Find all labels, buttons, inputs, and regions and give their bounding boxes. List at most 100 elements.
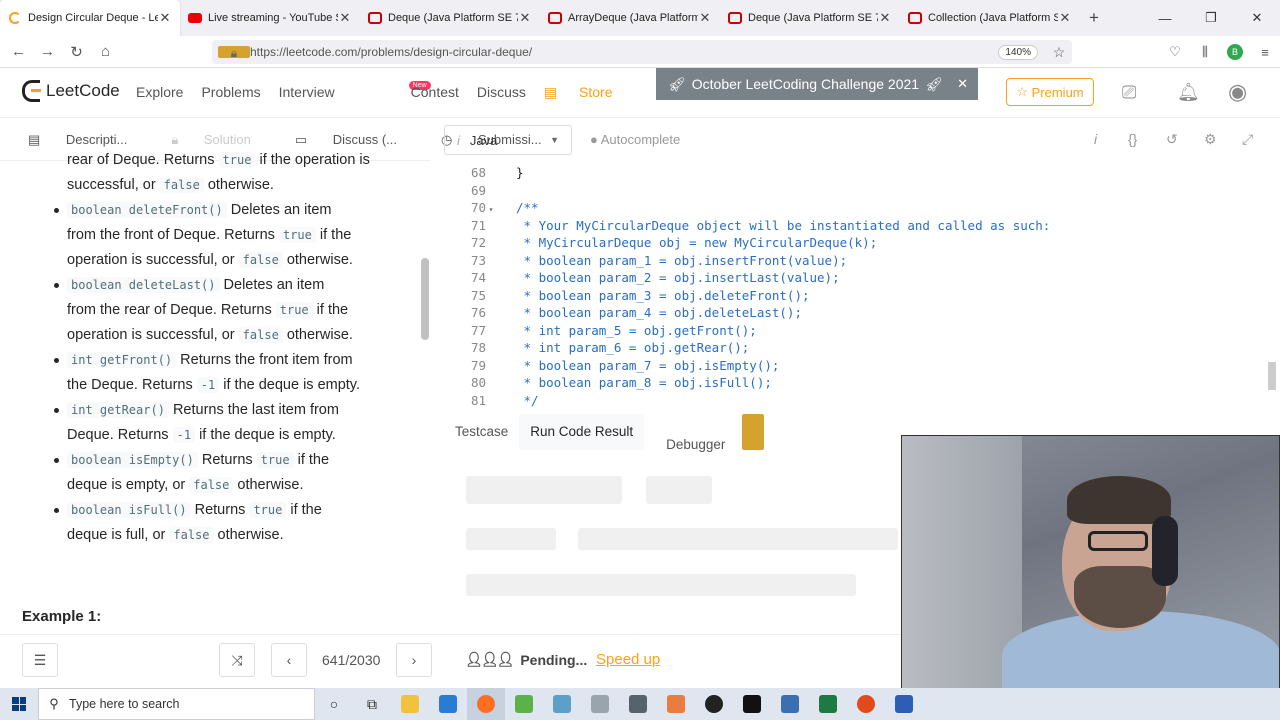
code-text[interactable]: * boolean param_3 = obj.deleteFront(); — [516, 288, 810, 303]
problem-list-button[interactable]: ☰ — [22, 643, 58, 677]
leetcode-logo[interactable]: LeetCode — [22, 80, 120, 102]
code-line[interactable]: 75 * boolean param_3 = obj.deleteFront()… — [444, 287, 810, 305]
code-text[interactable]: * boolean param_8 = obj.isFull(); — [516, 375, 772, 390]
code-line[interactable]: 70 ▾/** — [444, 199, 539, 217]
browser-tab[interactable]: Deque (Java Platform SE 7 ) ✕ — [360, 0, 540, 36]
browser-tab[interactable]: Design Circular Deque - LeetCo ✕ — [0, 0, 180, 36]
reset-icon[interactable]: ↺ — [1166, 131, 1178, 148]
close-window-icon[interactable]: ✕ — [1234, 0, 1280, 36]
code-text[interactable]: * boolean param_1 = obj.insertFront(valu… — [516, 253, 848, 268]
new-tab-icon[interactable]: + — [1080, 0, 1108, 36]
braces-icon[interactable]: {} — [1128, 131, 1137, 147]
description-scrollbar[interactable] — [420, 162, 430, 628]
extension-icon[interactable]: B — [1227, 44, 1243, 60]
autocomplete-toggle[interactable]: ● Autocomplete — [590, 132, 680, 147]
code-line[interactable]: 74 * boolean param_2 = obj.insertLast(va… — [444, 269, 840, 287]
app-icon[interactable] — [847, 688, 885, 720]
taskbar-search[interactable]: ⚲ Type here to search — [38, 688, 315, 720]
browser-tab[interactable]: ArrayDeque (Java Platform SE 7 ✕ — [540, 0, 720, 36]
random-problem-button[interactable]: ⤨ — [219, 643, 255, 677]
pocket-icon[interactable]: ♡ — [1160, 44, 1190, 60]
editor-scrollbar[interactable] — [1266, 162, 1278, 408]
code-line[interactable]: 81 */ — [444, 392, 539, 409]
tab-description[interactable]: ▤ Descripti... — [14, 132, 135, 148]
notification-bell-icon[interactable]: 🔔︎ — [1177, 82, 1200, 103]
terminal-icon[interactable] — [733, 688, 771, 720]
code-line[interactable]: 76 * boolean param_4 = obj.deleteLast(); — [444, 304, 802, 322]
code-line[interactable]: 80 * boolean param_8 = obj.isFull(); — [444, 374, 772, 392]
excel-icon[interactable] — [809, 688, 847, 720]
code-line[interactable]: 71 * Your MyCircularDeque object will be… — [444, 217, 1050, 235]
minimize-icon[interactable]: — — [1142, 0, 1188, 36]
close-tab-icon[interactable]: ✕ — [698, 10, 712, 26]
maximize-icon[interactable]: ❐ — [1188, 0, 1234, 36]
info-icon[interactable]: i — [1094, 131, 1097, 147]
firefox-icon[interactable] — [467, 688, 505, 720]
code-text[interactable]: * Your MyCircularDeque object will be in… — [516, 218, 1051, 233]
cortana-icon[interactable]: ○ — [315, 688, 353, 720]
nav-store[interactable]: ▤ Store — [544, 84, 631, 101]
code-line[interactable]: 78 * int param_6 = obj.getRear(); — [444, 339, 749, 357]
close-tab-icon[interactable]: ✕ — [878, 10, 892, 26]
code-line[interactable]: 73 * boolean param_1 = obj.insertFront(v… — [444, 252, 847, 270]
playground-icon[interactable]: ⎚ — [1122, 82, 1136, 103]
close-tab-icon[interactable]: ✕ — [1058, 10, 1072, 26]
tab-testcase[interactable]: Testcase — [444, 414, 519, 450]
browser-tab[interactable]: Live streaming - YouTube Studio ✕ — [180, 0, 360, 36]
task-view-icon[interactable]: ⧉ — [353, 688, 391, 720]
code-line[interactable]: 68} — [444, 164, 524, 182]
forward-icon[interactable]: → — [33, 43, 62, 60]
speed-up-link[interactable]: Speed up — [596, 651, 660, 668]
language-select[interactable]: i Java ▼ — [444, 125, 572, 155]
home-icon[interactable]: ⌂ — [91, 43, 120, 60]
address-bar[interactable]: 🔒︎ https://leetcode.com/problems/design-… — [212, 40, 1072, 64]
nav-discuss[interactable]: Discuss — [477, 84, 526, 101]
code-text[interactable]: * int param_6 = obj.getRear(); — [516, 340, 750, 355]
code-text[interactable]: * boolean param_7 = obj.isEmpty(); — [516, 358, 780, 373]
scrollbar-thumb[interactable] — [1268, 362, 1276, 390]
user-avatar-icon[interactable]: ◉ — [1228, 79, 1247, 105]
menu-icon[interactable]: ≡ — [1250, 45, 1280, 60]
file-explorer-icon[interactable] — [391, 688, 429, 720]
nav-problems[interactable]: Problems — [201, 84, 260, 101]
premium-button[interactable]: ☆ Premium — [1006, 78, 1094, 106]
nav-interview[interactable]: Interview New — [279, 81, 431, 101]
code-text[interactable]: * MyCircularDeque obj = new MyCircularDe… — [516, 235, 878, 250]
close-banner-icon[interactable]: ✕ — [957, 76, 968, 92]
close-tab-icon[interactable]: ✕ — [518, 10, 532, 26]
code-line[interactable]: 79 * boolean param_7 = obj.isEmpty(); — [444, 357, 779, 375]
close-tab-icon[interactable]: ✕ — [338, 10, 352, 26]
scrollbar-thumb[interactable] — [421, 258, 429, 340]
fullscreen-icon[interactable]: ⤢ — [1242, 131, 1253, 148]
code-text[interactable]: * boolean param_4 = obj.deleteLast(); — [516, 305, 802, 320]
bookmark-star-icon[interactable]: ☆ — [1046, 44, 1072, 61]
challenge-banner[interactable]: 🚀︎ October LeetCoding Challenge 2021 🚀︎ … — [656, 68, 978, 100]
app-icon[interactable] — [543, 688, 581, 720]
calculator-icon[interactable] — [619, 688, 657, 720]
tab-discuss[interactable]: ▭ Discuss (... — [281, 132, 405, 148]
back-icon[interactable]: ← — [4, 43, 33, 60]
tab-solution[interactable]: 🔒︎ Solution — [157, 132, 259, 148]
nav-explore[interactable]: Explore — [136, 84, 183, 101]
app-icon[interactable] — [657, 688, 695, 720]
app-icon[interactable] — [505, 688, 543, 720]
tab-debugger[interactable]: Debugger — [644, 414, 775, 452]
app-icon[interactable] — [581, 688, 619, 720]
previous-problem-button[interactable]: ‹ — [271, 643, 307, 677]
browser-tab[interactable]: Collection (Java Platform SE 7 ✕ — [900, 0, 1080, 36]
code-line[interactable]: 69 — [444, 182, 516, 200]
close-tab-icon[interactable]: ✕ — [158, 10, 172, 26]
next-problem-button[interactable]: › — [396, 643, 432, 677]
tab-run-code-result[interactable]: Run Code Result — [519, 414, 645, 450]
code-editor[interactable]: 68} 69 70 ▾/** 71 * Your MyCircularDeque obj… — [444, 162, 1270, 408]
lock-icon[interactable]: 🔒︎ — [218, 46, 250, 60]
nav-contest[interactable]: Contest — [411, 84, 459, 101]
settings-icon[interactable]: ⚙ — [1204, 131, 1217, 148]
browser-tab[interactable]: Deque (Java Platform SE 7 ) ✕ — [720, 0, 900, 36]
code-text[interactable]: } — [516, 165, 524, 180]
github-icon[interactable] — [695, 688, 733, 720]
code-line[interactable]: 72 * MyCircularDeque obj = new MyCircula… — [444, 234, 877, 252]
start-button[interactable] — [0, 697, 38, 711]
library-icon[interactable]: ⫼ — [1190, 44, 1220, 60]
code-line[interactable]: 77 * int param_5 = obj.getFront(); — [444, 322, 757, 340]
